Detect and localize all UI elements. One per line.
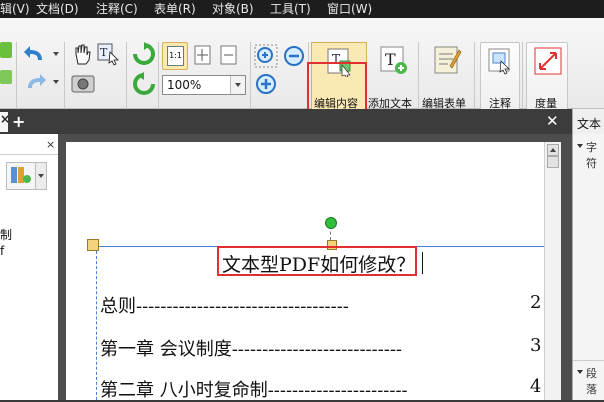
close-document-icon[interactable]: ✕ [546,112,559,130]
menu-bar: 辑(V) 文档(D) 注释(C) 表单(R) 对象(B) 工具(T) 窗口(W) [0,0,604,18]
toc-page-number[interactable]: 2 [530,292,541,313]
snapshot-icon[interactable] [70,72,96,94]
scroll-up-arrow[interactable] [547,144,559,156]
annotate-icon [488,48,510,75]
bookmark-tool-button[interactable] [6,162,36,190]
selection-corner-handle[interactable] [87,239,99,251]
zoom-select[interactable]: 100% [162,75,246,95]
redo-icon[interactable] [22,72,48,92]
text-cursor [422,252,423,274]
bookmark-item-text-2[interactable]: f [0,244,4,258]
zoom-out-icon[interactable] [282,44,306,68]
rotate-counterclockwise-icon[interactable] [132,72,156,96]
menu-window[interactable]: 窗口(W) [327,2,372,16]
toc-line-text[interactable]: 第一章 会议制度---------------------------- [100,335,402,361]
character-section-header[interactable]: 字符 [586,139,604,171]
zoom-value: 100% [167,78,202,92]
actual-size-label: 1:1 [167,46,184,66]
right-properties-panel: 字符 段落 [572,134,604,400]
zoom-dropdown-arrow[interactable] [230,76,245,94]
menu-tools[interactable]: 工具(T) [270,2,311,16]
new-tab-icon[interactable]: + [12,112,25,131]
toc-page-number[interactable]: 3 [530,335,541,356]
document-tab-bar: × + ✕ [0,109,572,134]
save-icon[interactable] [0,42,12,58]
toc-line-text[interactable]: 第二章 八小时复命制----------------------- [100,376,408,402]
pdf-page[interactable]: 文本型PDF如何修改？ 总则--------------------------… [66,142,544,402]
close-tab-icon[interactable]: × [0,112,10,126]
fit-width-icon[interactable] [218,44,240,66]
paragraph-section-header[interactable]: 段落 [586,365,604,397]
menu-comment[interactable]: 注释(C) [96,2,138,16]
right-tab-label: 文本 [577,117,602,131]
hand-tool-icon[interactable] [70,42,94,66]
scroll-thumb[interactable] [547,156,559,168]
rotate-clockwise-icon[interactable] [132,42,156,66]
menu-view[interactable]: 辑(V) [0,2,30,16]
zoom-in-icon[interactable] [254,72,278,96]
add-text-icon[interactable]: T [378,44,408,76]
svg-text:T: T [385,50,396,69]
bookmark-options-dropdown[interactable] [35,162,47,190]
edit-form-icon[interactable] [432,44,462,76]
bookmark-item-text[interactable]: 制 [0,226,12,243]
svg-text:T: T [100,46,108,59]
print-icon[interactable] [0,70,12,84]
toolbar: T 1:1 100% T 编辑内容 T 添加文本 编辑表单 注释 度量 [0,18,604,122]
zoom-in-marquee-icon[interactable] [254,44,278,68]
actual-size-button[interactable]: 1:1 [162,42,188,70]
undo-icon[interactable] [22,44,48,64]
menu-form[interactable]: 表单(R) [154,2,196,16]
toc-line-text[interactable]: 总则----------------------------------- [100,292,349,318]
menu-document[interactable]: 文档(D) [36,2,79,16]
vertical-scrollbar[interactable] [544,142,561,400]
select-text-icon[interactable]: T [96,42,122,66]
toc-page-number[interactable]: 4 [530,376,541,397]
measure-icon [534,47,562,75]
left-panel-close-icon[interactable]: × [46,138,55,151]
menu-object[interactable]: 对象(B) [212,2,254,16]
right-panel-tab[interactable]: 文本 [572,109,604,134]
left-side-panel: × 制 f [0,134,59,400]
fit-page-icon[interactable] [192,44,214,66]
document-title[interactable]: 文本型PDF如何修改？ [222,250,415,277]
rotate-handle[interactable] [325,217,337,229]
